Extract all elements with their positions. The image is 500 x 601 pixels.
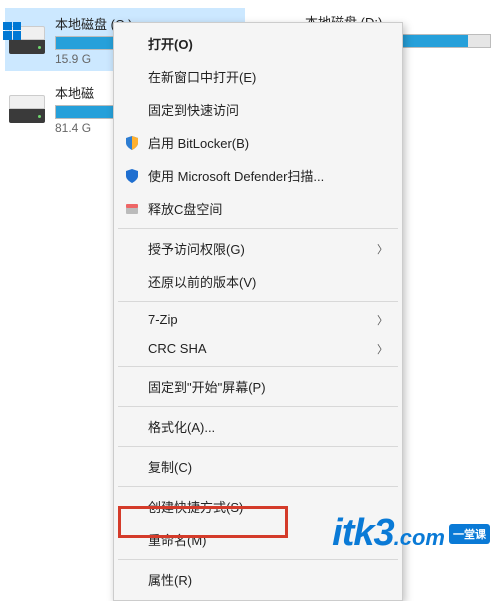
menu-label: 固定到"开始"屏幕(P) — [148, 377, 266, 396]
shield-icon — [124, 135, 140, 151]
menu-label: 格式化(A)... — [148, 417, 215, 436]
separator — [118, 228, 398, 229]
separator — [118, 406, 398, 407]
menu-label: 7-Zip — [148, 312, 178, 327]
menu-label: 释放C盘空间 — [148, 199, 222, 218]
menu-label: 使用 Microsoft Defender扫描... — [148, 166, 324, 185]
menu-bitlocker[interactable]: 启用 BitLocker(B) — [116, 126, 400, 159]
menu-properties[interactable]: 属性(R) — [116, 563, 400, 596]
menu-label: 打开(O) — [148, 34, 193, 53]
drive-icon — [9, 26, 45, 54]
menu-label: 属性(R) — [148, 570, 192, 589]
separator — [118, 301, 398, 302]
menu-pin-start[interactable]: 固定到"开始"屏幕(P) — [116, 370, 400, 403]
menu-restore-previous[interactable]: 还原以前的版本(V) — [116, 265, 400, 298]
watermark-main: itk3 — [332, 512, 393, 555]
menu-crc-sha[interactable]: CRC SHA 〉 — [116, 334, 400, 363]
menu-7zip[interactable]: 7-Zip 〉 — [116, 305, 400, 334]
chevron-right-icon: 〉 — [377, 312, 388, 328]
chevron-right-icon: 〉 — [377, 341, 388, 357]
drive-icon — [9, 95, 45, 123]
watermark: itk3 .com 一堂课 — [332, 512, 490, 555]
shield-icon — [124, 168, 140, 184]
menu-label: CRC SHA — [148, 341, 207, 356]
menu-label: 在新窗口中打开(E) — [148, 67, 256, 86]
separator — [118, 486, 398, 487]
chevron-right-icon: 〉 — [377, 241, 388, 257]
watermark-suffix: .com — [394, 525, 445, 551]
separator — [118, 446, 398, 447]
menu-pin-quick-access[interactable]: 固定到快速访问 — [116, 93, 400, 126]
menu-label: 启用 BitLocker(B) — [148, 133, 249, 152]
menu-format[interactable]: 格式化(A)... — [116, 410, 400, 443]
menu-grant-access[interactable]: 授予访问权限(G) 〉 — [116, 232, 400, 265]
menu-label: 复制(C) — [148, 457, 192, 476]
watermark-tag: 一堂课 — [449, 524, 490, 544]
separator — [118, 366, 398, 367]
menu-label: 固定到快速访问 — [148, 100, 239, 119]
menu-label: 创建快捷方式(S) — [148, 497, 243, 516]
menu-free-c-space[interactable]: 释放C盘空间 — [116, 192, 400, 225]
menu-defender-scan[interactable]: 使用 Microsoft Defender扫描... — [116, 159, 400, 192]
menu-open[interactable]: 打开(O) — [116, 27, 400, 60]
disk-clean-icon — [124, 201, 140, 217]
menu-label: 授予访问权限(G) — [148, 239, 245, 258]
separator — [118, 559, 398, 560]
menu-open-new-window[interactable]: 在新窗口中打开(E) — [116, 60, 400, 93]
menu-label: 重命名(M) — [148, 530, 207, 549]
menu-label: 还原以前的版本(V) — [148, 272, 256, 291]
menu-copy[interactable]: 复制(C) — [116, 450, 400, 483]
